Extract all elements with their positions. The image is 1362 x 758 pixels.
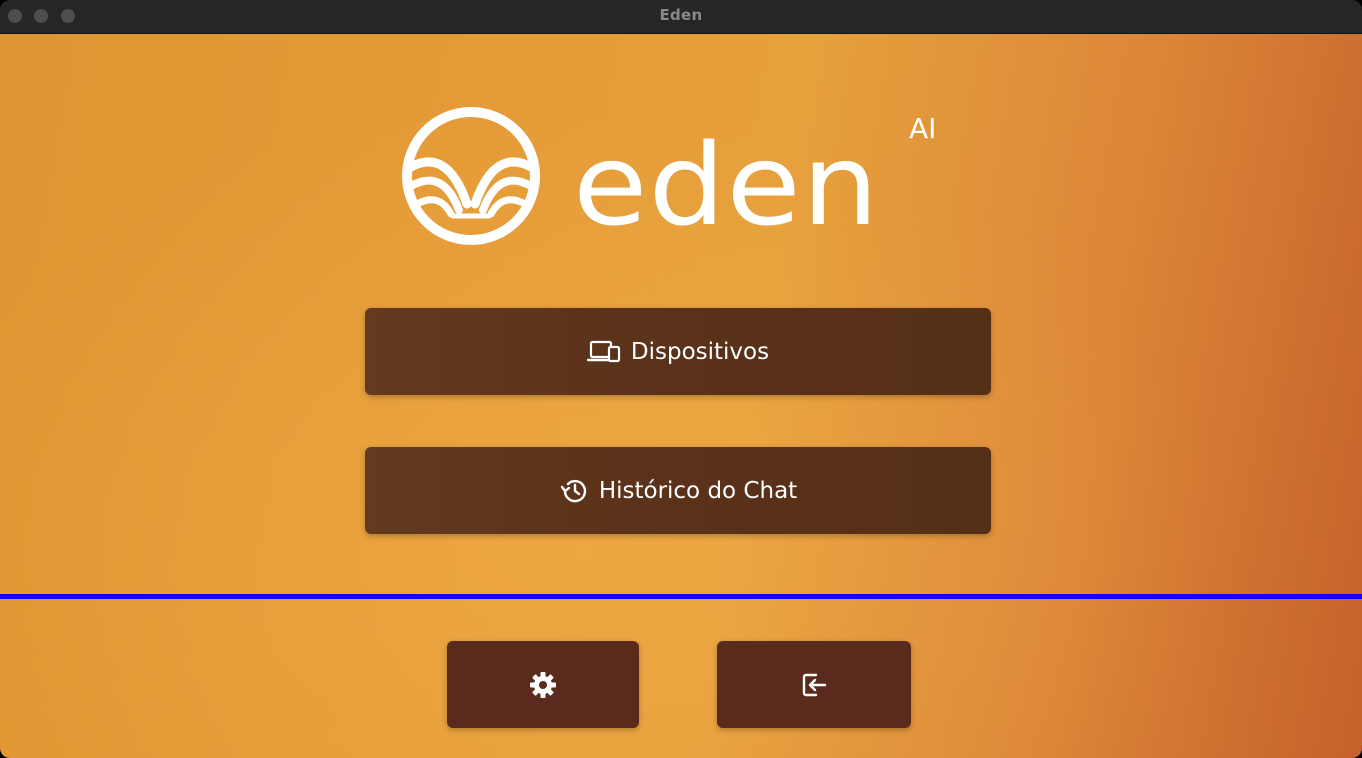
section-divider: [0, 594, 1362, 599]
window-title: Eden: [659, 6, 703, 24]
logout-icon: [802, 673, 827, 696]
eden-logo-mark: [402, 107, 540, 245]
devices-button-label: Dispositivos: [630, 338, 770, 365]
chat-history-button-label: Histórico do Chat: [598, 477, 798, 504]
history-icon: [560, 479, 587, 502]
logo-wordmark: eden: [573, 121, 880, 251]
eden-logo: eden AI: [395, 106, 955, 256]
logo-ai-superscript: AI: [909, 112, 937, 145]
chat-history-button[interactable]: Histórico do Chat: [365, 447, 991, 534]
devices-icon: [586, 340, 620, 362]
app-window: Eden eden AI Dispositivos Histórico do C…: [0, 0, 1362, 758]
logout-button[interactable]: [717, 641, 911, 728]
devices-button[interactable]: Dispositivos: [365, 308, 991, 395]
settings-button[interactable]: [447, 641, 639, 728]
main-content: eden AI Dispositivos Histórico do Chat: [0, 34, 1362, 758]
gear-icon: [530, 671, 556, 698]
title-bar[interactable]: Eden: [0, 0, 1362, 34]
